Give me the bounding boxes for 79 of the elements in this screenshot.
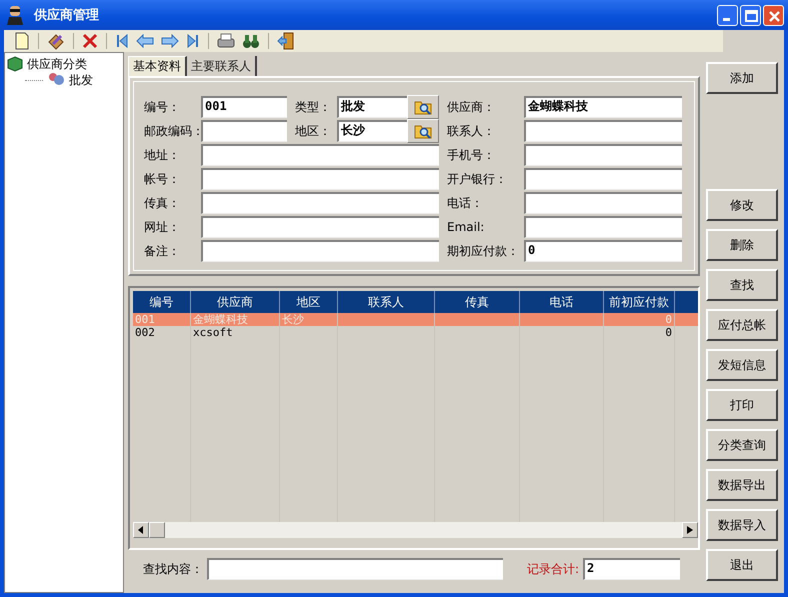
window-title: 供应商管理 xyxy=(34,6,100,24)
action-button[interactable]: 打印 xyxy=(706,389,778,421)
field-label: 电话： xyxy=(447,194,484,212)
people-icon xyxy=(47,72,65,88)
field-label: 帐号： xyxy=(144,170,181,188)
field-label: 备注： xyxy=(144,242,181,260)
field-label: 类型： xyxy=(295,98,332,116)
field-label: 地址： xyxy=(144,146,181,164)
scroll-thumb[interactable] xyxy=(149,522,165,538)
input-field[interactable]: 长沙 xyxy=(337,120,407,142)
field-label: 手机号： xyxy=(447,146,496,164)
action-button[interactable]: 数据导入 xyxy=(706,509,778,541)
action-button[interactable]: 查找 xyxy=(706,269,778,301)
person-icon xyxy=(6,5,24,25)
input-field[interactable] xyxy=(201,216,439,238)
minimize-icon xyxy=(723,18,730,20)
field-label: 编号： xyxy=(144,98,181,116)
minimize-button[interactable] xyxy=(717,4,738,26)
tree-item[interactable]: 供应商分类 xyxy=(27,56,87,72)
right-arrow-icon[interactable] xyxy=(159,34,181,48)
action-button[interactable]: 退出 xyxy=(706,549,778,581)
input-field[interactable]: 0 xyxy=(524,240,682,262)
search-label: 查找内容： xyxy=(143,560,203,578)
horizontal-scrollbar[interactable] xyxy=(133,522,698,538)
field-label: 供应商： xyxy=(447,98,496,116)
table-cell: 002 xyxy=(135,326,155,339)
tree-item[interactable]: 批发 xyxy=(69,72,93,88)
scroll-left-button[interactable] xyxy=(133,522,149,538)
binoculars-icon[interactable] xyxy=(240,33,262,49)
record-total-field: 2 xyxy=(583,558,680,580)
action-button[interactable]: 添加 xyxy=(706,62,778,94)
table-cell: 长沙 xyxy=(282,313,304,326)
delete-icon[interactable] xyxy=(80,33,100,49)
input-field[interactable] xyxy=(524,144,682,166)
field-label: 地区： xyxy=(295,122,332,140)
table-row[interactable]: 002 xcsoft 0 xyxy=(133,326,698,339)
input-field[interactable] xyxy=(524,120,682,142)
input-field[interactable] xyxy=(201,240,439,262)
folder-search-icon[interactable] xyxy=(407,95,439,119)
input-field[interactable] xyxy=(201,192,439,214)
input-field[interactable] xyxy=(524,216,682,238)
input-field[interactable] xyxy=(524,168,682,190)
input-field[interactable]: 001 xyxy=(201,96,287,118)
table-cell: 金蝴蝶科技 xyxy=(193,313,248,326)
input-field[interactable] xyxy=(201,144,439,166)
field-label: 联系人： xyxy=(447,122,496,140)
tab[interactable]: 基本资料 xyxy=(128,56,187,76)
left-arrow-icon[interactable] xyxy=(134,34,156,48)
table-cell: 0 xyxy=(665,313,672,326)
input-field[interactable] xyxy=(201,168,439,190)
action-button[interactable]: 发短信息 xyxy=(706,349,778,381)
action-button[interactable]: 删除 xyxy=(706,229,778,261)
printer-icon[interactable] xyxy=(215,33,237,49)
record-total-label: 记录合计: xyxy=(527,560,580,578)
folder-search-icon[interactable] xyxy=(407,119,439,143)
action-button[interactable]: 数据导出 xyxy=(706,469,778,501)
action-button[interactable]: 分类查询 xyxy=(706,429,778,461)
field-label: 期初应付款： xyxy=(447,242,520,260)
right-triangle-icon xyxy=(687,526,693,534)
table-cell: 0 xyxy=(665,326,672,339)
action-button[interactable]: 应付总帐 xyxy=(706,309,778,341)
cube-icon xyxy=(7,56,23,72)
search-field[interactable] xyxy=(207,558,503,580)
action-button[interactable]: 修改 xyxy=(706,189,778,221)
field-label: 开户银行： xyxy=(447,170,508,188)
table-cell: xcsoft xyxy=(193,326,233,339)
field-label: 网址： xyxy=(144,218,181,236)
input-field[interactable]: 金蝴蝶科技 xyxy=(524,96,682,118)
input-field[interactable] xyxy=(201,120,287,142)
table-cell: 001 xyxy=(135,313,155,326)
close-button[interactable] xyxy=(763,4,784,26)
field-label: 传真： xyxy=(144,194,181,212)
input-field[interactable] xyxy=(524,192,682,214)
left-triangle-icon xyxy=(138,526,144,534)
scroll-right-button[interactable] xyxy=(682,522,698,538)
maximize-button[interactable] xyxy=(740,4,761,26)
field-label: Email: xyxy=(447,220,486,234)
input-field[interactable]: 批发 xyxy=(337,96,407,118)
field-label: 邮政编码： xyxy=(144,122,201,140)
